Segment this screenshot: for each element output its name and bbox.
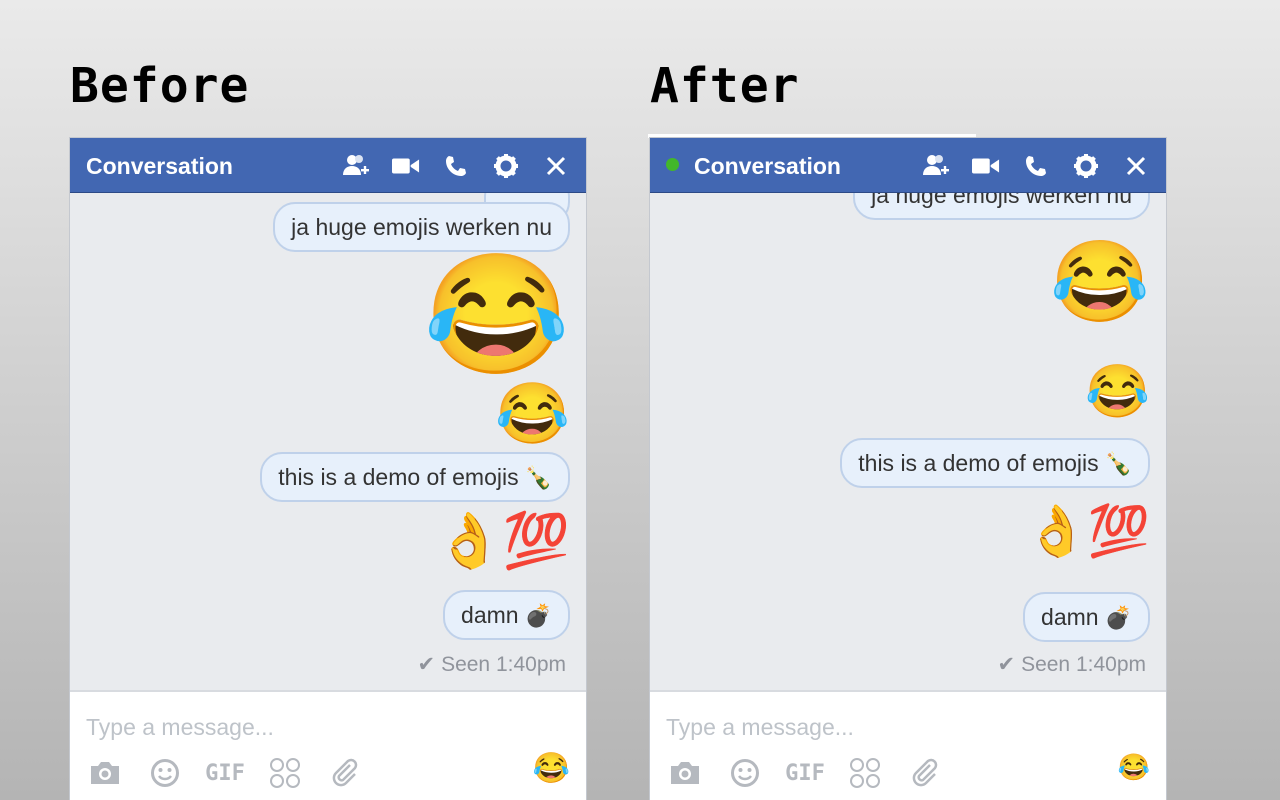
ok-hundred-emoji: 👌💯 [435,511,570,571]
message-text: this is a demo of emojis [278,464,519,490]
gif-label: GIF [205,760,245,786]
seen-text: Seen 1:40pm [441,653,566,676]
seen-status: ✔ Seen 1:40pm [417,652,566,677]
video-call-icon[interactable] [392,152,420,180]
camera-icon[interactable] [668,756,702,790]
message-text: damn [1041,604,1099,630]
conversation-title[interactable]: Conversation [86,153,233,180]
chat-header: Conversation [70,138,586,193]
gif-button[interactable]: GIF [785,756,825,790]
stickers-icon[interactable] [268,756,302,790]
message-text: ja huge emojis werken nu [291,214,552,240]
message-bubble: damn 💣 [1023,592,1150,642]
message-input[interactable]: Type a message... [666,714,854,741]
before-heading: Before [70,58,250,114]
phone-icon[interactable] [442,152,470,180]
medium-emoji: 😂 [1085,363,1150,421]
emoji-send-button[interactable]: 😂 [533,754,570,784]
ok-hundred-emoji: 👌💯 [1025,503,1150,559]
message-bubble: damn 💣 [443,590,570,640]
message-text: this is a demo of emojis [858,450,1099,476]
bomb-emoji: 💣 [524,603,552,628]
chat-window-after: ja huge emojis werken nu 😂 😂 this is a d… [650,138,1166,800]
message-list[interactable]: ja huge emojis werken nu 😂 😂 this is a d… [650,170,1166,690]
smiley-icon[interactable] [728,756,762,790]
gear-icon[interactable] [1072,152,1100,180]
after-heading: After [650,58,800,114]
message-bubble: ja huge emojis werken nu [273,202,570,252]
close-icon[interactable] [542,152,570,180]
seen-status: ✔ Seen 1:40pm [997,652,1146,677]
online-status-icon [666,158,679,171]
phone-icon[interactable] [1022,152,1050,180]
message-composer: Type a message... GIF 😂 [70,690,586,800]
smiley-icon[interactable] [148,756,182,790]
message-input[interactable]: Type a message... [86,714,274,741]
chat-header: Conversation [650,138,1166,193]
add-people-icon[interactable] [342,152,370,180]
champagne-emoji: 🍾 [1104,451,1132,476]
seen-text: Seen 1:40pm [1021,653,1146,676]
gear-icon[interactable] [492,152,520,180]
gif-label: GIF [785,760,825,786]
attachment-icon[interactable] [908,756,942,790]
message-bubble: this is a demo of emojis 🍾 [840,438,1150,488]
checkmark-icon: ✔ [997,653,1016,676]
emoji-send-button[interactable]: 😂 [1118,754,1150,780]
stickers-icon[interactable] [848,756,882,790]
huge-emoji: 😂 [423,249,570,381]
gif-button[interactable]: GIF [205,756,245,790]
video-call-icon[interactable] [972,152,1000,180]
message-bubble: this is a demo of emojis 🍾 [260,452,570,502]
champagne-emoji: 🍾 [524,465,552,490]
message-text: damn [461,602,519,628]
bomb-emoji: 💣 [1104,605,1132,630]
message-list[interactable]: ja huge emojis werken nu 😂 😂 this is a d… [70,174,586,690]
conversation-title[interactable]: Conversation [694,153,841,180]
message-composer: Type a message... GIF 😂 [650,690,1166,800]
large-emoji: 😂 [495,380,570,447]
close-icon[interactable] [1122,152,1150,180]
chat-window-before: ja huge emojis werken nu 😂 😂 this is a d… [70,138,586,800]
camera-icon[interactable] [88,756,122,790]
attachment-icon[interactable] [328,756,362,790]
checkmark-icon: ✔ [417,653,436,676]
add-people-icon[interactable] [922,152,950,180]
large-emoji: 😂 [1050,237,1150,326]
